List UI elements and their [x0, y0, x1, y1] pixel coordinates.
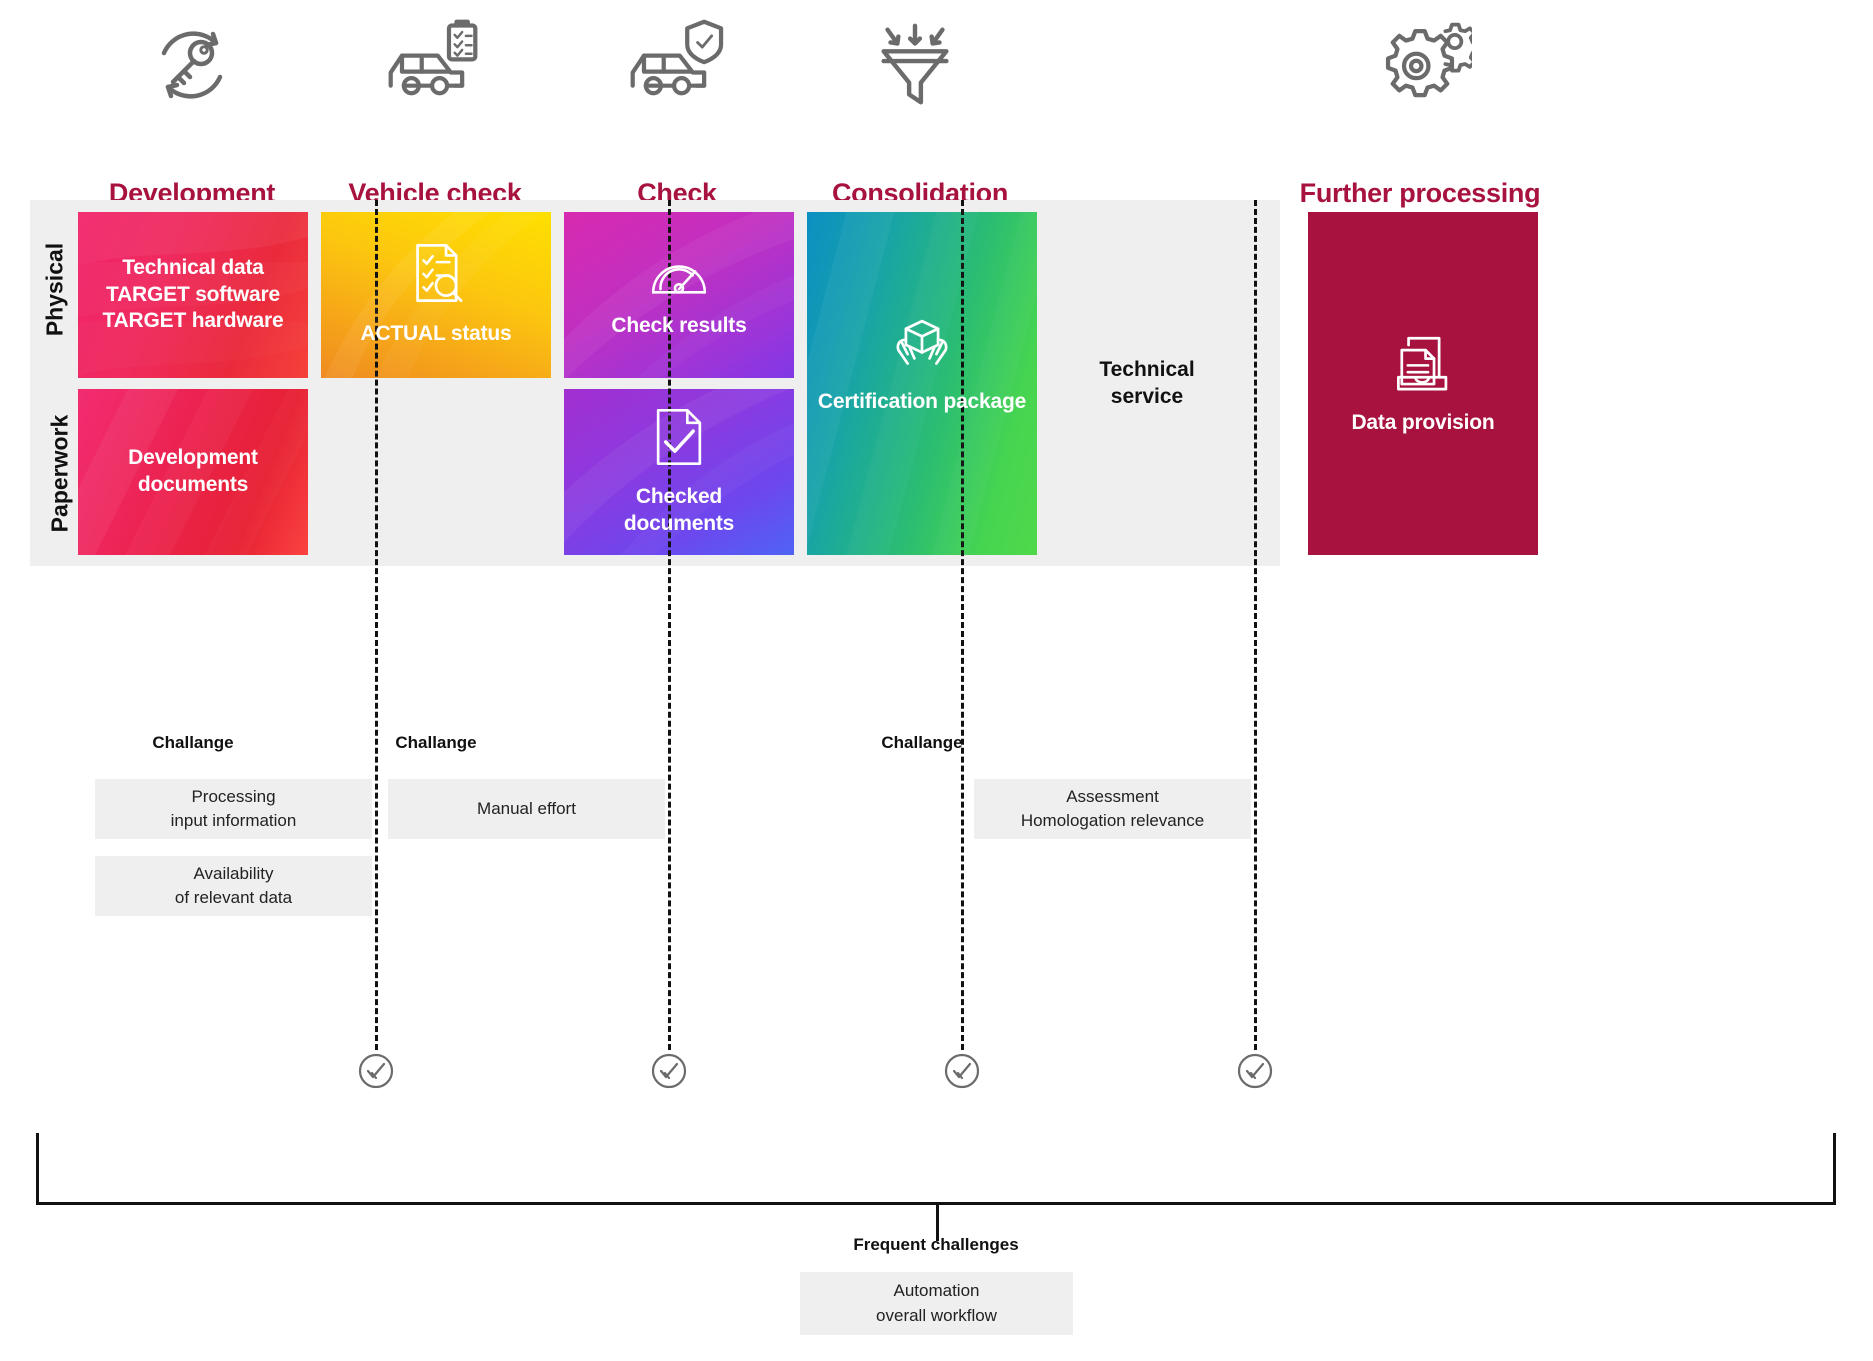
phase-title-further-processing: Further processing: [1299, 178, 1541, 208]
gauge-icon: [650, 250, 708, 301]
tile-label: Technical data TARGET software TARGET ha…: [102, 255, 284, 333]
bottom-bracket: [36, 1133, 1836, 1205]
tile-label: Certification package: [817, 389, 1027, 413]
funnel-icon: [855, 10, 975, 120]
challenge-heading-development: Challange: [152, 733, 234, 752]
frequent-challenge-item: Automation overall workflow: [800, 1272, 1073, 1335]
circle-check-icon[interactable]: [358, 1053, 394, 1089]
row-label-paperwork: Paperwork: [46, 414, 73, 533]
separator-dashed-4: [1254, 200, 1257, 1050]
tile-actual-status[interactable]: ACTUAL status: [321, 212, 551, 378]
document-check-icon: [654, 407, 704, 472]
car-clipboard-icon: [373, 10, 493, 120]
car-shield-icon: [615, 10, 735, 120]
key-refresh-icon: [132, 10, 252, 120]
challenge-item: Availability of relevant data: [95, 856, 372, 916]
tile-certification-package[interactable]: Certification package: [807, 212, 1037, 555]
tile-label: Development documents: [128, 446, 258, 496]
tile-check-results[interactable]: Check results: [564, 212, 794, 378]
diagram-canvas: Development Vehicle check Check Consolid…: [0, 0, 1873, 1361]
technical-service-label: Technical service: [1099, 357, 1195, 408]
challenge-item: Manual effort: [388, 779, 665, 839]
gears-icon: [1360, 10, 1480, 120]
tile-data-provision[interactable]: Data provision: [1308, 212, 1538, 555]
tile-label: Checked documents: [623, 484, 735, 535]
technical-service-arrow-wrap: Technical service: [1090, 200, 1250, 566]
row-label-physical: Physical: [41, 242, 68, 337]
challenge-heading-vehicle-check: Challange: [395, 733, 477, 752]
challenge-item: Assessment Homologation relevance: [974, 779, 1251, 839]
package-hands-icon: [889, 316, 955, 377]
tile-label: ACTUAL status: [360, 322, 512, 346]
tile-label: Check results: [611, 314, 747, 338]
tile-checked-documents[interactable]: Checked documents: [564, 389, 794, 555]
tile-technical-data[interactable]: Technical data TARGET software TARGET ha…: [78, 212, 308, 378]
tile-development-documents[interactable]: Development documents: [78, 389, 308, 555]
circle-check-icon[interactable]: [1237, 1053, 1273, 1089]
tile-label: Data provision: [1351, 410, 1495, 434]
challenge-item: Processing input information: [95, 779, 372, 839]
circle-check-icon[interactable]: [651, 1053, 687, 1089]
challenge-heading-consolidation: Challange: [881, 733, 963, 752]
circle-check-icon[interactable]: [944, 1053, 980, 1089]
frequent-challenges-heading: Frequent challenges: [853, 1235, 1019, 1254]
documents-tray-icon: [1395, 331, 1451, 398]
document-search-icon: [409, 242, 463, 309]
